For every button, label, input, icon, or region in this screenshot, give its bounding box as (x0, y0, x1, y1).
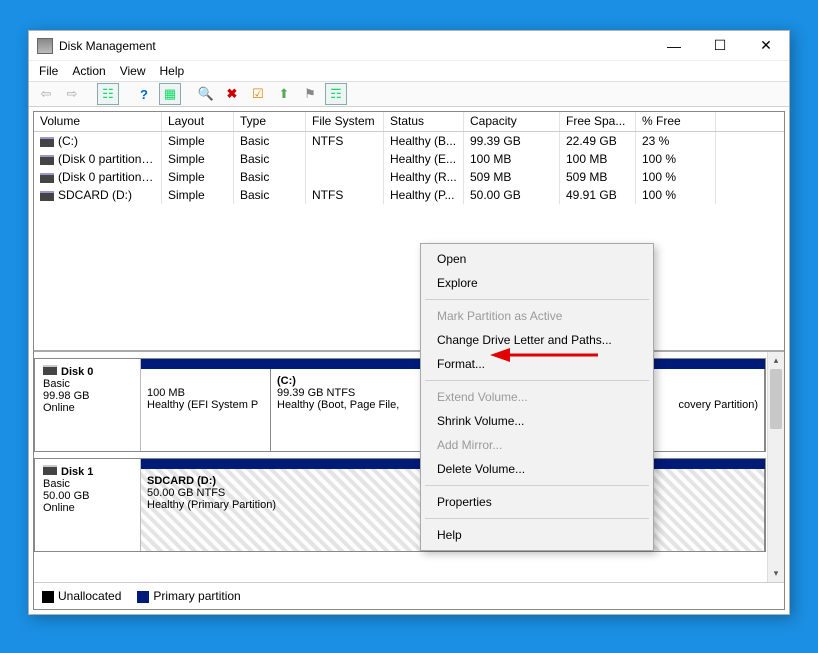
volume-table: Volume Layout Type File System Status Ca… (34, 112, 784, 352)
flag-icon[interactable]: ⚑ (299, 83, 321, 105)
disk-0-label[interactable]: Disk 0 Basic 99.98 GB Online (35, 359, 141, 451)
legend-unallocated: Unallocated (42, 589, 121, 603)
menu-view[interactable]: View (120, 64, 146, 78)
delete-icon[interactable]: ✖ (221, 83, 243, 105)
content-pane: Volume Layout Type File System Status Ca… (33, 111, 785, 610)
disk-icon (43, 365, 57, 375)
context-menu: Open Explore Mark Partition as Active Ch… (420, 243, 654, 551)
find-icon[interactable]: 🔍 (195, 83, 217, 105)
disk-row-0: Disk 0 Basic 99.98 GB Online 100 MB Heal… (34, 358, 766, 452)
cm-add-mirror: Add Mirror... (423, 433, 651, 457)
forward-arrow-icon[interactable]: ⇨ (61, 83, 83, 105)
volume-icon (40, 173, 54, 183)
cm-properties[interactable]: Properties (423, 490, 651, 514)
scroll-thumb[interactable] (770, 369, 782, 429)
cm-sep (425, 380, 649, 381)
disk-1-size: 50.00 GB (43, 490, 89, 502)
help-icon[interactable]: ? (133, 83, 155, 105)
back-arrow-icon[interactable]: ⇦ (35, 83, 57, 105)
cm-sep (425, 518, 649, 519)
check-icon[interactable]: ☑ (247, 83, 269, 105)
col-layout[interactable]: Layout (162, 112, 234, 131)
col-volume[interactable]: Volume (34, 112, 162, 131)
disk-0-type: Basic (43, 378, 70, 390)
cm-format[interactable]: Format... (423, 352, 651, 376)
col-capacity[interactable]: Capacity (464, 112, 560, 131)
scroll-down-icon[interactable]: ▾ (768, 565, 784, 582)
list-icon[interactable]: ☶ (325, 83, 347, 105)
menu-help[interactable]: Help (160, 64, 185, 78)
cm-explore[interactable]: Explore (423, 271, 651, 295)
legend-primary: Primary partition (137, 589, 240, 603)
toolbar: ⇦ ⇨ ☷ ? ▦ 🔍 ✖ ☑ ⬆ ⚑ ☶ (29, 81, 789, 107)
disk-0-state: Online (43, 402, 75, 414)
grid-icon[interactable]: ▦ (159, 83, 181, 105)
disk-0-part-3[interactable]: covery Partition) (647, 369, 765, 451)
disk-1-state: Online (43, 502, 75, 514)
col-type[interactable]: Type (234, 112, 306, 131)
disk-1-title: Disk 1 (61, 466, 93, 478)
scroll-up-icon[interactable]: ▴ (768, 352, 784, 369)
volume-icon (40, 191, 54, 201)
titlebar: Disk Management — ☐ ✕ (29, 31, 789, 61)
cm-delete[interactable]: Delete Volume... (423, 457, 651, 481)
disk-0-title: Disk 0 (61, 366, 93, 378)
menu-file[interactable]: File (39, 64, 58, 78)
disk-row-1: Disk 1 Basic 50.00 GB Online SDCARD (D:)… (34, 458, 766, 552)
window-title: Disk Management (59, 39, 651, 53)
minimize-button[interactable]: — (651, 31, 697, 61)
volume-row[interactable]: (Disk 0 partition 1)SimpleBasicHealthy (… (34, 150, 784, 168)
menu-action[interactable]: Action (72, 64, 105, 78)
disk-0-size: 99.98 GB (43, 390, 89, 402)
volume-icon (40, 137, 54, 147)
disk-icon (43, 465, 57, 475)
volume-row[interactable]: (C:)SimpleBasicNTFSHealthy (B...99.39 GB… (34, 132, 784, 150)
disk-0-part-1[interactable]: 100 MB Healthy (EFI System P (141, 369, 271, 451)
cm-sep (425, 299, 649, 300)
disk-1-type: Basic (43, 478, 70, 490)
up-icon[interactable]: ⬆ (273, 83, 295, 105)
cm-shrink[interactable]: Shrink Volume... (423, 409, 651, 433)
volume-row[interactable]: SDCARD (D:)SimpleBasicNTFSHealthy (P...5… (34, 186, 784, 204)
cm-mark-active: Mark Partition as Active (423, 304, 651, 328)
cm-extend: Extend Volume... (423, 385, 651, 409)
cm-sep (425, 485, 649, 486)
volume-header-row: Volume Layout Type File System Status Ca… (34, 112, 784, 132)
volume-row[interactable]: (Disk 0 partition 4)SimpleBasicHealthy (… (34, 168, 784, 186)
disk-1-label[interactable]: Disk 1 Basic 50.00 GB Online (35, 459, 141, 551)
cm-open[interactable]: Open (423, 247, 651, 271)
scrollbar[interactable]: ▴ ▾ (767, 352, 784, 582)
close-button[interactable]: ✕ (743, 31, 789, 61)
col-free[interactable]: Free Spa... (560, 112, 636, 131)
legend: Unallocated Primary partition (34, 582, 784, 609)
disk-graphic-area: ▴ ▾ Disk 0 Basic 99.98 GB Online 100 MB … (34, 352, 784, 582)
cm-help[interactable]: Help (423, 523, 651, 547)
cm-change-letter[interactable]: Change Drive Letter and Paths... (423, 328, 651, 352)
col-fs[interactable]: File System (306, 112, 384, 131)
volume-icon (40, 155, 54, 165)
table-icon[interactable]: ☷ (97, 83, 119, 105)
col-status[interactable]: Status (384, 112, 464, 131)
col-pct[interactable]: % Free (636, 112, 716, 131)
maximize-button[interactable]: ☐ (697, 31, 743, 61)
app-icon (37, 38, 53, 54)
disk-management-window: Disk Management — ☐ ✕ File Action View H… (28, 30, 790, 615)
menubar: File Action View Help (29, 61, 789, 81)
